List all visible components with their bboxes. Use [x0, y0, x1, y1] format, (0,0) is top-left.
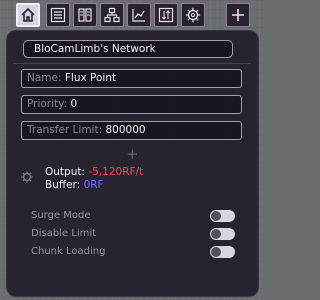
tab-bar: [16, 3, 254, 30]
output-value: -5,120RF/t: [88, 166, 144, 178]
tab-home[interactable]: [16, 3, 40, 27]
network-stats: Output: -5,120RF/t Buffer: 0RF: [45, 166, 143, 192]
network-panel: BloCamLimb's Network Name: Flux Point Pr…: [6, 30, 259, 297]
priority-value: 0: [70, 98, 78, 110]
buffer-label: Buffer:: [45, 179, 81, 191]
disable-limit-label: Disable Limit: [31, 228, 97, 239]
network-title[interactable]: BloCamLimb's Network: [23, 40, 233, 58]
chunk-loading-toggle[interactable]: [210, 246, 235, 258]
toggle-knob: [211, 229, 221, 239]
name-field[interactable]: Name: Flux Point: [21, 69, 242, 88]
chart-icon: [132, 9, 145, 22]
tab-storage[interactable]: [73, 3, 97, 27]
add-connection-icon[interactable]: +: [126, 147, 139, 162]
tab-statistics[interactable]: [127, 3, 151, 27]
transfer-limit-label: Transfer Limit:: [27, 124, 103, 136]
home-icon: [21, 7, 35, 22]
tab-list[interactable]: [46, 3, 70, 27]
cog-icon: [21, 171, 33, 183]
tab-create[interactable]: [226, 3, 250, 27]
list-icon: [50, 7, 66, 23]
chunk-loading-label: Chunk Loading: [31, 246, 106, 257]
toggle-knob: [211, 211, 221, 221]
divider: [13, 63, 251, 64]
disable-limit-toggle[interactable]: [210, 228, 235, 240]
transfer-limit-field[interactable]: Transfer Limit: 800000: [21, 121, 242, 140]
priority-label: Priority:: [27, 98, 68, 110]
surge-mode-label: Surge Mode: [31, 210, 91, 221]
storage-icon: [78, 8, 92, 22]
name-value: Flux Point: [64, 72, 117, 84]
surge-mode-toggle[interactable]: [210, 210, 235, 222]
name-label: Name:: [27, 72, 62, 84]
tab-settings[interactable]: [181, 3, 205, 27]
network-tree-icon: [104, 7, 120, 23]
output-label: Output:: [45, 166, 86, 178]
priority-field[interactable]: Priority: 0: [21, 95, 242, 114]
add-icon: [232, 9, 244, 21]
toggle-knob: [211, 247, 221, 257]
tab-sort[interactable]: [154, 3, 178, 27]
gear-icon: [185, 7, 201, 23]
transfer-limit-value: 800000: [105, 124, 146, 136]
tab-network[interactable]: [100, 3, 124, 27]
sort-icon: [158, 7, 174, 23]
buffer-value: 0RF: [83, 179, 104, 191]
